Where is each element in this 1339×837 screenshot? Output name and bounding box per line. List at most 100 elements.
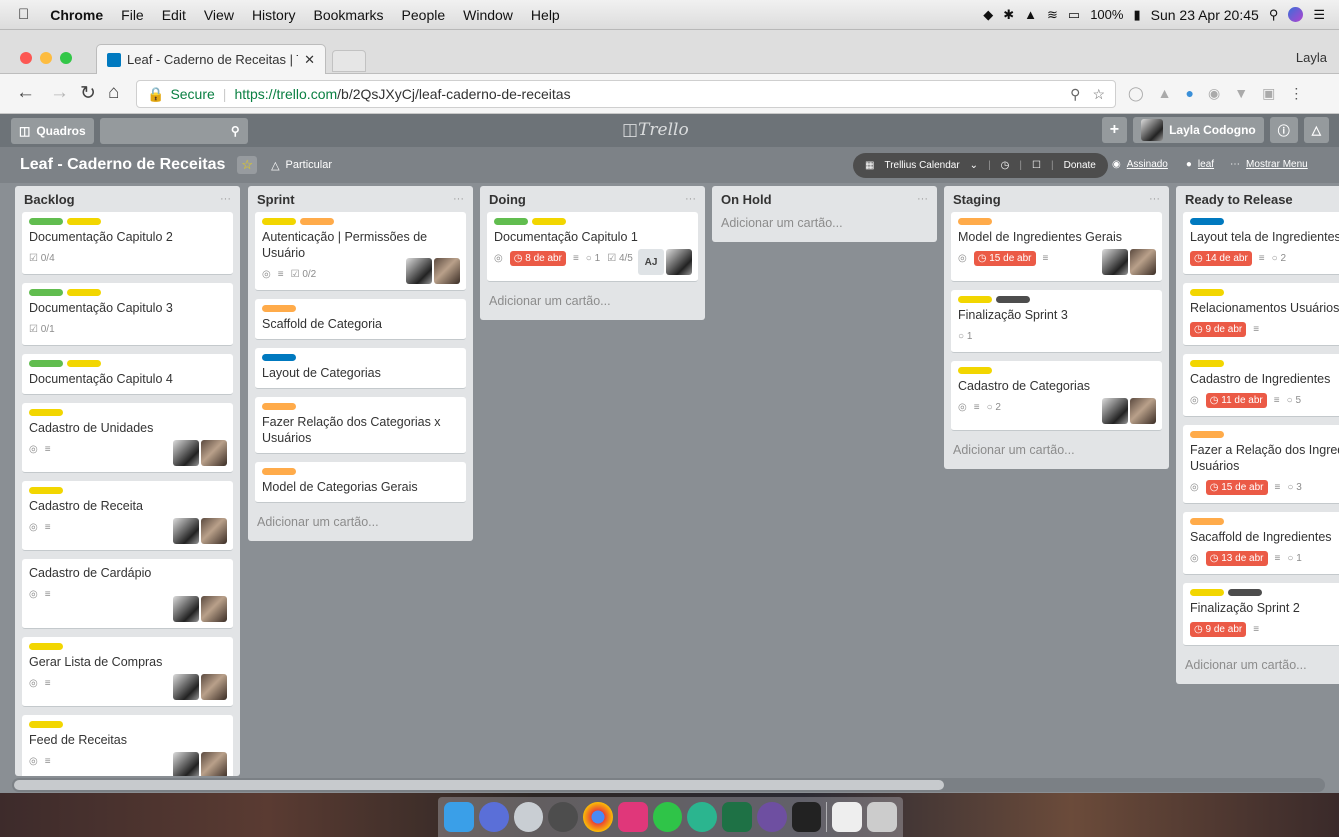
member-avatar[interactable] (201, 518, 227, 544)
card[interactable]: Scaffold de Categoria (255, 299, 466, 340)
clock[interactable]: Sun 23 Apr 20:45 (1151, 7, 1259, 23)
new-tab-button[interactable] (332, 50, 366, 72)
sublime-icon[interactable] (617, 802, 648, 832)
card[interactable]: Relacionamentos Usuários ◷ 9 de abr ≡ (1183, 283, 1339, 346)
star-icon[interactable]: ☆ (237, 156, 258, 174)
member-avatar[interactable] (1102, 249, 1128, 275)
window-minimize-button[interactable] (40, 52, 52, 64)
wifi-icon[interactable]: ≋ (1047, 7, 1058, 23)
donate-button[interactable]: Donate (1064, 160, 1096, 171)
list-title[interactable]: Doing (489, 192, 526, 207)
card[interactable]: Sacaffold de Ingredientes ◎ ◷ 13 de abr ≡ ○ … (1183, 512, 1339, 575)
clock-icon[interactable]: ◷ (1001, 160, 1010, 171)
siri-icon[interactable] (1288, 7, 1304, 22)
label-yellow[interactable] (958, 296, 992, 303)
extension-4-icon[interactable]: ◉ (1208, 85, 1220, 102)
menu-window[interactable]: Window (454, 7, 522, 23)
label-yellow[interactable] (29, 409, 63, 416)
member-avatar[interactable] (1130, 249, 1156, 275)
notifications-bell-icon[interactable]: △ (1303, 117, 1329, 143)
battery-icon[interactable]: ▮ (1133, 7, 1140, 23)
label-yellow[interactable] (958, 367, 992, 374)
card[interactable]: Documentação Capitulo 4 (22, 354, 233, 395)
finder-icon[interactable] (444, 802, 474, 832)
trellius-calendar-button[interactable]: Trellius Calendar (884, 160, 959, 171)
extension-1-icon[interactable]: ◯ (1128, 85, 1144, 102)
whatsapp-icon[interactable] (652, 802, 683, 832)
label-orange[interactable] (262, 403, 296, 410)
board-scrollbar-thumb[interactable] (14, 780, 944, 790)
trash-icon[interactable] (867, 802, 897, 832)
card[interactable]: Cadastro de Ingredientes ◎ ◷ 11 de abr ≡ ○ 5 (1183, 354, 1339, 417)
add-card-link[interactable]: Adicionar um cartão... (719, 212, 930, 234)
card[interactable]: Documentação Capitulo 2 ☑ 0/4 (22, 212, 233, 275)
search-input[interactable]: ⚲ (99, 117, 248, 144)
list-header[interactable]: Backlog ··· (22, 186, 233, 212)
menu-history[interactable]: History (243, 7, 305, 23)
system-preferences-icon[interactable] (548, 802, 579, 832)
label-green[interactable] (494, 218, 528, 225)
card[interactable]: Autenticação | Permissões de Usuário ◎ ≡ ☑ … (255, 212, 466, 291)
list-title[interactable]: Sprint (257, 192, 295, 207)
label-black[interactable] (996, 296, 1030, 303)
chrome-menu-icon[interactable]: ⋮ (1289, 85, 1303, 102)
card[interactable]: Fazer Relação dos Categorias x Usuários (255, 397, 466, 454)
list-header[interactable]: Ready to Release··· (1183, 186, 1339, 212)
add-card-link[interactable]: Adicionar um cartão... (487, 290, 698, 312)
label-yellow[interactable] (67, 218, 101, 225)
member-avatar[interactable] (1130, 398, 1156, 424)
boards-button[interactable]: ◫ Quadros (11, 117, 94, 144)
list-header[interactable]: Sprint ··· (255, 186, 466, 212)
reload-icon[interactable]: ↻ (80, 82, 96, 105)
excel-icon[interactable] (722, 802, 752, 832)
home-icon[interactable]: ⌂ (108, 82, 119, 104)
menu-file[interactable]: File (112, 7, 153, 23)
label-yellow[interactable] (532, 218, 566, 225)
label-yellow[interactable] (1190, 589, 1224, 596)
label-black[interactable] (1228, 589, 1262, 596)
chevron-down-icon[interactable]: ⌄ (970, 160, 978, 171)
list-menu-icon[interactable]: ··· (917, 193, 928, 205)
label-yellow[interactable] (67, 289, 101, 296)
label-orange[interactable] (300, 218, 334, 225)
menu-bookmarks[interactable]: Bookmarks (305, 7, 393, 23)
evernote-icon[interactable]: ◆ (983, 7, 993, 23)
trello-logo[interactable]: ◫Trello (622, 120, 689, 140)
list-header[interactable]: Doing ··· (487, 186, 698, 212)
chrome-dock-icon[interactable] (583, 802, 613, 832)
member-avatar[interactable] (201, 674, 227, 700)
card[interactable]: Finalização Sprint 2 ◷ 9 de abr ≡ (1183, 583, 1339, 646)
member-avatar[interactable] (1102, 398, 1128, 424)
label-green[interactable] (29, 218, 63, 225)
label-yellow[interactable] (1190, 360, 1224, 367)
card[interactable]: Fazer a Relação dos Ingredi Usuários ◎ ◷ 1… (1183, 425, 1339, 504)
board-title[interactable]: Leaf - Caderno de Receitas (20, 156, 225, 174)
list-title[interactable]: Backlog (24, 192, 75, 207)
visibility-button[interactable]: Particular (286, 159, 332, 171)
card[interactable]: Cadastro de Unidades ◎ ≡ (22, 403, 233, 473)
label-orange[interactable] (1190, 518, 1224, 525)
member-menu-button[interactable]: Layla Codogno (1133, 117, 1264, 143)
label-yellow[interactable] (262, 218, 296, 225)
list-title[interactable]: On Hold (721, 192, 772, 207)
siri-dock-icon[interactable] (478, 802, 509, 832)
member-avatar[interactable] (406, 258, 432, 284)
comment-icon[interactable]: ☐ (1032, 160, 1041, 171)
label-yellow[interactable] (67, 360, 101, 367)
extension-6-icon[interactable]: ▣ (1262, 85, 1275, 102)
notification-center-icon[interactable]: ☰ (1313, 7, 1325, 23)
card[interactable]: Cadastro de Cardápio ◎ ≡ (22, 559, 233, 629)
menu-view[interactable]: View (195, 7, 243, 23)
list-title[interactable]: Staging (953, 192, 1001, 207)
card[interactable]: Gerar Lista de Compras ◎ ≡ (22, 637, 233, 707)
bookmark-star-icon[interactable]: ☆ (1092, 86, 1105, 103)
zoom-icon[interactable]: ⚲ (1070, 86, 1080, 103)
list-menu-icon[interactable]: ··· (1149, 193, 1160, 205)
add-card-link[interactable]: Adicionar um cartão... (1183, 654, 1339, 676)
label-yellow[interactable] (1190, 289, 1224, 296)
list-menu-icon[interactable]: ··· (220, 193, 231, 205)
list-title[interactable]: Ready to Release (1185, 192, 1293, 207)
drive-icon[interactable]: ▲ (1024, 7, 1037, 22)
add-card-link[interactable]: Adicionar um cartão... (951, 439, 1162, 461)
label-yellow[interactable] (29, 721, 63, 728)
